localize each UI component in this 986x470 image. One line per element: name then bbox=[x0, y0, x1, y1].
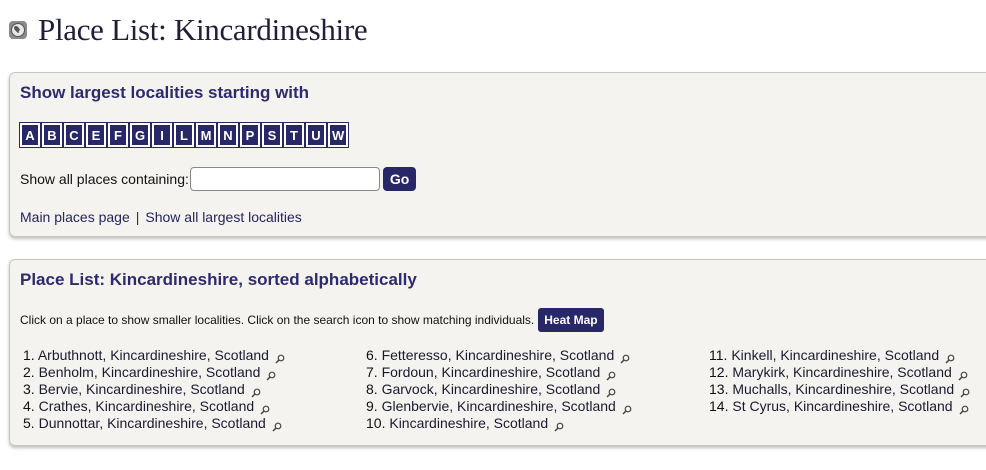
place-link[interactable]: Garvock, Kincardineshire, Scotland bbox=[382, 381, 601, 397]
place-number: 11. bbox=[709, 347, 728, 363]
place-link[interactable]: Benholm, Kincardineshire, Scotland bbox=[39, 364, 261, 380]
letter-button-f[interactable]: F bbox=[107, 122, 129, 148]
place-link[interactable]: Arbuthnott, Kincardineshire, Scotland bbox=[38, 347, 269, 363]
place-column-1: 1. Arbuthnott, Kincardineshire, Scotland… bbox=[23, 347, 285, 432]
info-text: Click on a place to show smaller localit… bbox=[20, 313, 535, 327]
place-link[interactable]: Dunnottar, Kincardineshire, Scotland bbox=[39, 415, 266, 431]
list-item: 4. Crathes, Kincardineshire, Scotland bbox=[23, 398, 285, 415]
place-link[interactable]: Glenbervie, Kincardineshire, Scotland bbox=[382, 398, 616, 414]
place-number: 13. bbox=[709, 381, 729, 397]
place-link[interactable]: St Cyrus, Kincardineshire, Scotland bbox=[732, 398, 952, 414]
search-label: Show all places containing: bbox=[20, 171, 189, 187]
letter-button-u[interactable]: U bbox=[305, 122, 327, 148]
list-item: 6. Fetteresso, Kincardineshire, Scotland bbox=[366, 347, 632, 364]
place-link[interactable]: Fetteresso, Kincardineshire, Scotland bbox=[382, 347, 615, 363]
search-icon[interactable] bbox=[251, 385, 261, 398]
search-icon[interactable] bbox=[554, 419, 564, 432]
letters-panel-heading: Show largest localities starting with bbox=[20, 83, 310, 102]
main-places-link[interactable]: Main places page bbox=[20, 209, 130, 225]
search-icon[interactable] bbox=[606, 368, 616, 381]
letter-button-p[interactable]: P bbox=[239, 122, 261, 148]
letter-button-w[interactable]: W bbox=[326, 122, 350, 148]
letter-button-m[interactable]: M bbox=[195, 122, 217, 148]
search-icon[interactable] bbox=[958, 368, 968, 381]
letter-buttons: ABCEFGILMNPSTUW bbox=[19, 122, 350, 148]
list-item: 3. Bervie, Kincardineshire, Scotland bbox=[23, 381, 285, 398]
list-item: 12. Marykirk, Kincardineshire, Scotland bbox=[709, 364, 970, 381]
letter-button-c[interactable]: C bbox=[63, 122, 85, 148]
list-item: 7. Fordoun, Kincardineshire, Scotland bbox=[366, 364, 632, 381]
search-icon[interactable] bbox=[606, 385, 616, 398]
place-column-2: 6. Fetteresso, Kincardineshire, Scotland… bbox=[366, 347, 632, 432]
list-item: 5. Dunnottar, Kincardineshire, Scotland bbox=[23, 415, 285, 432]
search-input[interactable] bbox=[189, 167, 380, 191]
place-link[interactable]: Crathes, Kincardineshire, Scotland bbox=[39, 398, 255, 414]
search-icon[interactable] bbox=[960, 385, 970, 398]
search-icon[interactable] bbox=[260, 402, 270, 415]
search-icon[interactable] bbox=[945, 351, 955, 364]
letter-button-l[interactable]: L bbox=[173, 122, 195, 148]
place-link[interactable]: Fordoun, Kincardineshire, Scotland bbox=[382, 364, 601, 380]
place-number: 14. bbox=[709, 398, 729, 414]
list-item: 9. Glenbervie, Kincardineshire, Scotland bbox=[366, 398, 632, 415]
place-number: 8. bbox=[366, 381, 378, 397]
page-header: Place List: Kincardineshire bbox=[8, 8, 368, 52]
search-icon[interactable] bbox=[622, 402, 632, 415]
list-item: 8. Garvock, Kincardineshire, Scotland bbox=[366, 381, 632, 398]
place-link[interactable]: Kinkell, Kincardineshire, Scotland bbox=[731, 347, 939, 363]
letter-button-n[interactable]: N bbox=[217, 122, 239, 148]
search-icon[interactable] bbox=[272, 419, 282, 432]
place-number: 12. bbox=[709, 364, 729, 380]
letter-button-i[interactable]: I bbox=[151, 122, 173, 148]
globe-icon bbox=[8, 20, 28, 40]
page-title: Place List: Kincardineshire bbox=[38, 12, 368, 47]
place-list-panel: Place List: Kincardineshire, sorted alph… bbox=[9, 259, 986, 446]
place-number: 3. bbox=[23, 381, 35, 397]
place-link[interactable]: Muchalls, Kincardineshire, Scotland bbox=[732, 381, 954, 397]
place-number: 2. bbox=[23, 364, 35, 380]
letter-button-t[interactable]: T bbox=[283, 122, 305, 148]
list-item: 1. Arbuthnott, Kincardineshire, Scotland bbox=[23, 347, 285, 364]
search-row: Show all places containing: Go bbox=[20, 167, 417, 191]
place-number: 4. bbox=[23, 398, 35, 414]
show-all-largest-link[interactable]: Show all largest localities bbox=[145, 209, 301, 225]
place-link[interactable]: Bervie, Kincardineshire, Scotland bbox=[39, 381, 245, 397]
place-number: 10. bbox=[366, 415, 386, 431]
letters-panel: Show largest localities starting with AB… bbox=[9, 72, 986, 237]
place-number: 1. bbox=[23, 347, 35, 363]
search-icon[interactable] bbox=[620, 351, 630, 364]
list-item: 10. Kincardineshire, Scotland bbox=[366, 415, 632, 432]
info-row: Click on a place to show smaller localit… bbox=[20, 308, 604, 332]
search-icon[interactable] bbox=[266, 368, 276, 381]
search-icon[interactable] bbox=[959, 402, 969, 415]
go-button[interactable]: Go bbox=[382, 167, 417, 191]
place-list-heading: Place List: Kincardineshire, sorted alph… bbox=[20, 270, 417, 289]
place-link[interactable]: Marykirk, Kincardineshire, Scotland bbox=[732, 364, 951, 380]
place-number: 9. bbox=[366, 398, 378, 414]
letter-button-g[interactable]: G bbox=[129, 122, 151, 148]
heat-map-button[interactable]: Heat Map bbox=[538, 308, 604, 332]
place-number: 7. bbox=[366, 364, 378, 380]
place-column-3: 11. Kinkell, Kincardineshire, Scotland 12… bbox=[709, 347, 970, 415]
place-number: 5. bbox=[23, 415, 35, 431]
list-item: 14. St Cyrus, Kincardineshire, Scotland bbox=[709, 398, 970, 415]
list-item: 13. Muchalls, Kincardineshire, Scotland bbox=[709, 381, 970, 398]
links-row: Main places page | Show all largest locali… bbox=[20, 209, 302, 225]
letter-button-s[interactable]: S bbox=[261, 122, 283, 148]
letter-button-b[interactable]: B bbox=[41, 122, 63, 148]
list-item: 2. Benholm, Kincardineshire, Scotland bbox=[23, 364, 285, 381]
letter-button-e[interactable]: E bbox=[85, 122, 107, 148]
letter-button-a[interactable]: A bbox=[19, 122, 41, 148]
search-icon[interactable] bbox=[275, 351, 285, 364]
place-link[interactable]: Kincardineshire, Scotland bbox=[389, 415, 548, 431]
place-number: 6. bbox=[366, 347, 378, 363]
link-separator: | bbox=[135, 209, 140, 225]
list-item: 11. Kinkell, Kincardineshire, Scotland bbox=[709, 347, 970, 364]
